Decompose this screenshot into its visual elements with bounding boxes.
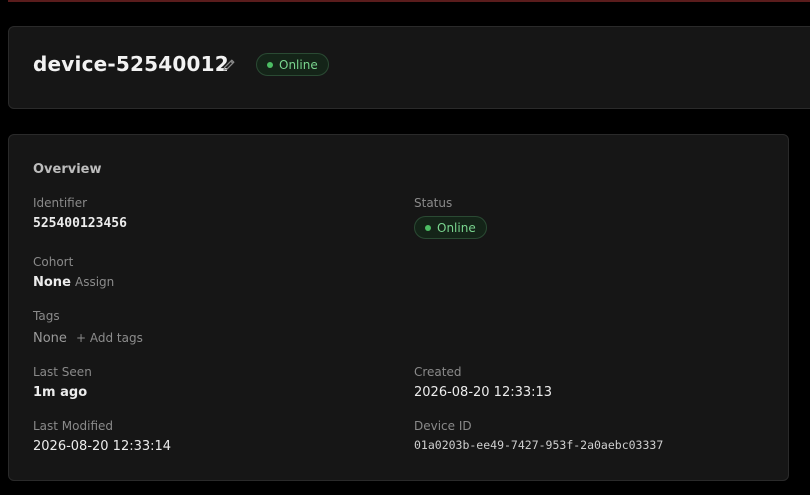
last-seen-value: 1m ago	[33, 385, 88, 400]
status-label: Status	[414, 196, 453, 210]
tags-label: Tags	[33, 309, 60, 323]
top-accent-bar	[8, 0, 810, 2]
device-header: device-52540012 Online	[8, 26, 810, 109]
created-label: Created	[414, 365, 462, 379]
add-tags-button[interactable]: + Add tags	[76, 331, 143, 345]
status-value-label: Online	[437, 220, 476, 235]
assign-cohort-button[interactable]: Assign	[75, 275, 114, 289]
status-badge-label: Online	[279, 57, 318, 72]
last-modified-label: Last Modified	[33, 419, 114, 433]
status-badge: Online	[256, 53, 329, 76]
pencil-edit-icon[interactable]	[221, 57, 237, 73]
overview-panel: Overview Identifier 525400123456 Status …	[8, 134, 789, 481]
identifier-value: 525400123456	[33, 216, 127, 231]
created-value: 2026-08-20 12:33:13	[414, 385, 553, 400]
identifier-label: Identifier	[33, 196, 88, 210]
last-modified-value: 2026-08-20 12:33:14	[33, 439, 172, 454]
device-id-value: 01a0203b-ee49-7427-953f-2a0aebc03337	[414, 438, 664, 452]
last-seen-label: Last Seen	[33, 365, 92, 379]
cohort-value: None	[33, 275, 71, 290]
tags-value: None	[33, 331, 67, 346]
cohort-label: Cohort	[33, 255, 74, 269]
device-name-title: device-52540012	[33, 52, 229, 76]
device-id-label: Device ID	[414, 419, 472, 433]
section-title: Overview	[33, 162, 102, 177]
status-dot-icon	[267, 61, 273, 68]
status-dot-icon	[425, 224, 431, 231]
status-value-badge: Online	[414, 216, 487, 239]
